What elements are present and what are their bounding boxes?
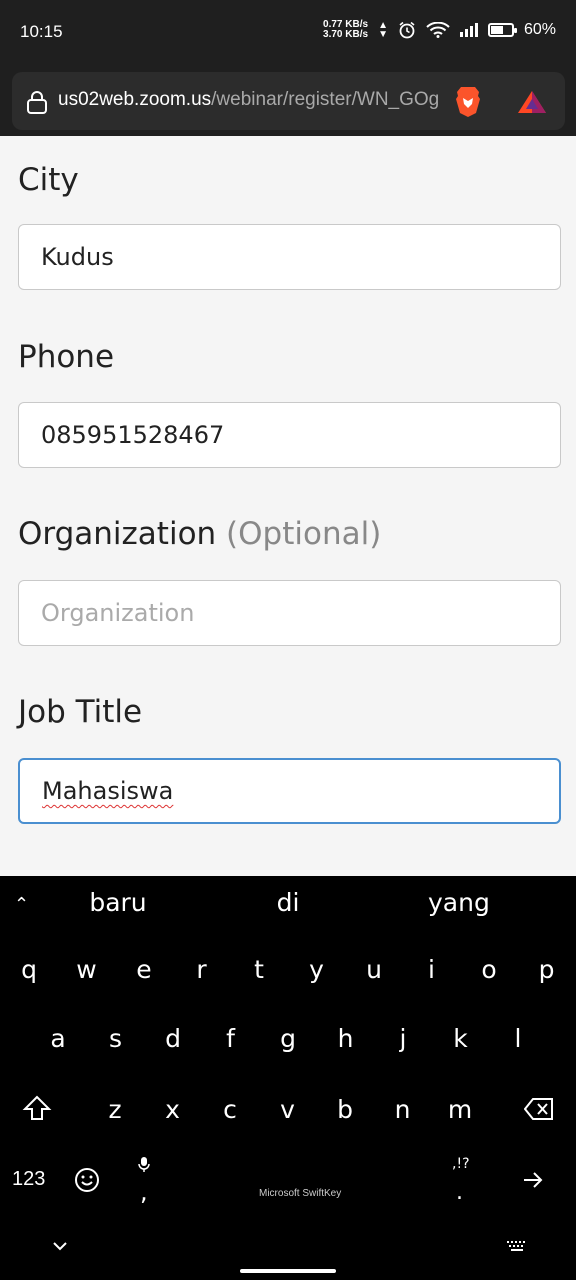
organization-label-text: Organization bbox=[18, 516, 217, 552]
key-d[interactable]: d bbox=[153, 1017, 193, 1061]
shift-icon[interactable] bbox=[22, 1094, 52, 1124]
phone-field[interactable]: 085951528467 bbox=[18, 402, 561, 468]
organization-label: Organization (Optional) bbox=[18, 516, 381, 552]
emoji-icon[interactable] bbox=[74, 1167, 100, 1193]
status-bar: 10:15 0.77 KB/s 3.70 KB/s ▲ ▼ 60% bbox=[0, 0, 576, 66]
keyboard-switch-icon[interactable] bbox=[506, 1240, 528, 1254]
url-text[interactable]: us02web.zoom.us/webinar/register/WN_GOg bbox=[58, 89, 450, 111]
key-z[interactable]: z bbox=[95, 1088, 135, 1132]
battery-icon bbox=[487, 23, 517, 37]
job-title-label: Job Title bbox=[18, 694, 143, 730]
speed-down: 3.70 KB/s bbox=[323, 29, 369, 40]
key-e[interactable]: e bbox=[124, 948, 164, 992]
suggestion-3[interactable]: yang bbox=[428, 888, 490, 917]
key-y[interactable]: y bbox=[297, 948, 337, 992]
key-b[interactable]: b bbox=[325, 1088, 365, 1132]
registration-form: City Kudus Phone 085951528467 Organizati… bbox=[0, 136, 576, 876]
network-speed: 0.77 KB/s 3.70 KB/s bbox=[323, 20, 368, 40]
period-key[interactable]: . bbox=[456, 1180, 463, 1205]
numbers-key[interactable]: 123 bbox=[12, 1168, 45, 1191]
phone-label: Phone bbox=[18, 339, 115, 375]
address-bar[interactable]: us02web.zoom.us/webinar/register/WN_GOg bbox=[12, 72, 565, 130]
key-q[interactable]: q bbox=[9, 948, 49, 992]
key-a[interactable]: a bbox=[38, 1017, 78, 1061]
url-host: us02web.zoom.us bbox=[58, 89, 212, 110]
data-arrows-icon: ▲ ▼ bbox=[378, 20, 388, 40]
signal-icon bbox=[459, 23, 478, 37]
browser-toolbar: us02web.zoom.us/webinar/register/WN_GOg bbox=[0, 66, 576, 136]
alarm-icon bbox=[399, 21, 415, 39]
mic-icon[interactable] bbox=[138, 1156, 150, 1172]
expand-toolbar-icon[interactable]: ⌃ bbox=[14, 894, 29, 915]
key-t[interactable]: t bbox=[239, 948, 279, 992]
gesture-nav-handle[interactable] bbox=[240, 1269, 336, 1273]
key-h[interactable]: h bbox=[326, 1017, 366, 1061]
key-m[interactable]: m bbox=[440, 1088, 480, 1132]
battery-percent: 60% bbox=[523, 21, 556, 38]
key-r[interactable]: r bbox=[182, 948, 222, 992]
keyboard: ⌃ baru di yang qwertyuiop asdfghjkl zxcv… bbox=[0, 876, 576, 1280]
suggestion-1[interactable]: baru bbox=[88, 888, 148, 917]
enter-arrow-icon[interactable] bbox=[522, 1170, 544, 1190]
key-c[interactable]: c bbox=[210, 1088, 250, 1132]
organization-field[interactable]: Organization bbox=[18, 580, 561, 646]
key-i[interactable]: i bbox=[412, 948, 452, 992]
key-n[interactable]: n bbox=[383, 1088, 423, 1132]
key-f[interactable]: f bbox=[211, 1017, 251, 1061]
url-path: /webinar/register/WN_GOg bbox=[211, 89, 440, 110]
wifi-icon bbox=[426, 22, 450, 38]
brave-rewards-icon[interactable] bbox=[517, 90, 547, 114]
brave-shields-icon[interactable] bbox=[454, 86, 482, 118]
key-p[interactable]: p bbox=[527, 948, 567, 992]
city-field[interactable]: Kudus bbox=[18, 224, 561, 290]
hide-keyboard-chevron-icon[interactable] bbox=[52, 1241, 68, 1251]
city-label: City bbox=[18, 162, 79, 198]
backspace-icon[interactable] bbox=[524, 1098, 554, 1120]
punctuation-hint: ,!? bbox=[452, 1156, 470, 1172]
key-g[interactable]: g bbox=[268, 1017, 308, 1061]
status-indicators: 0.77 KB/s 3.70 KB/s ▲ ▼ 60% bbox=[323, 20, 556, 40]
key-l[interactable]: l bbox=[498, 1017, 538, 1061]
spacebar-brand[interactable]: Microsoft SwiftKey bbox=[259, 1188, 341, 1199]
key-s[interactable]: s bbox=[96, 1017, 136, 1061]
key-u[interactable]: u bbox=[354, 948, 394, 992]
optional-tag: (Optional) bbox=[226, 516, 382, 552]
key-k[interactable]: k bbox=[441, 1017, 481, 1061]
status-time: 10:15 bbox=[20, 22, 63, 41]
suggestion-2[interactable]: di bbox=[268, 888, 308, 917]
lock-icon bbox=[27, 91, 47, 114]
key-j[interactable]: j bbox=[383, 1017, 423, 1061]
comma-key[interactable]: , bbox=[140, 1178, 148, 1206]
key-w[interactable]: w bbox=[67, 948, 107, 992]
key-o[interactable]: o bbox=[469, 948, 509, 992]
job-title-field[interactable]: Mahasiswa bbox=[18, 758, 561, 824]
job-title-value: Mahasiswa bbox=[42, 777, 174, 805]
key-x[interactable]: x bbox=[153, 1088, 193, 1132]
key-v[interactable]: v bbox=[268, 1088, 308, 1132]
